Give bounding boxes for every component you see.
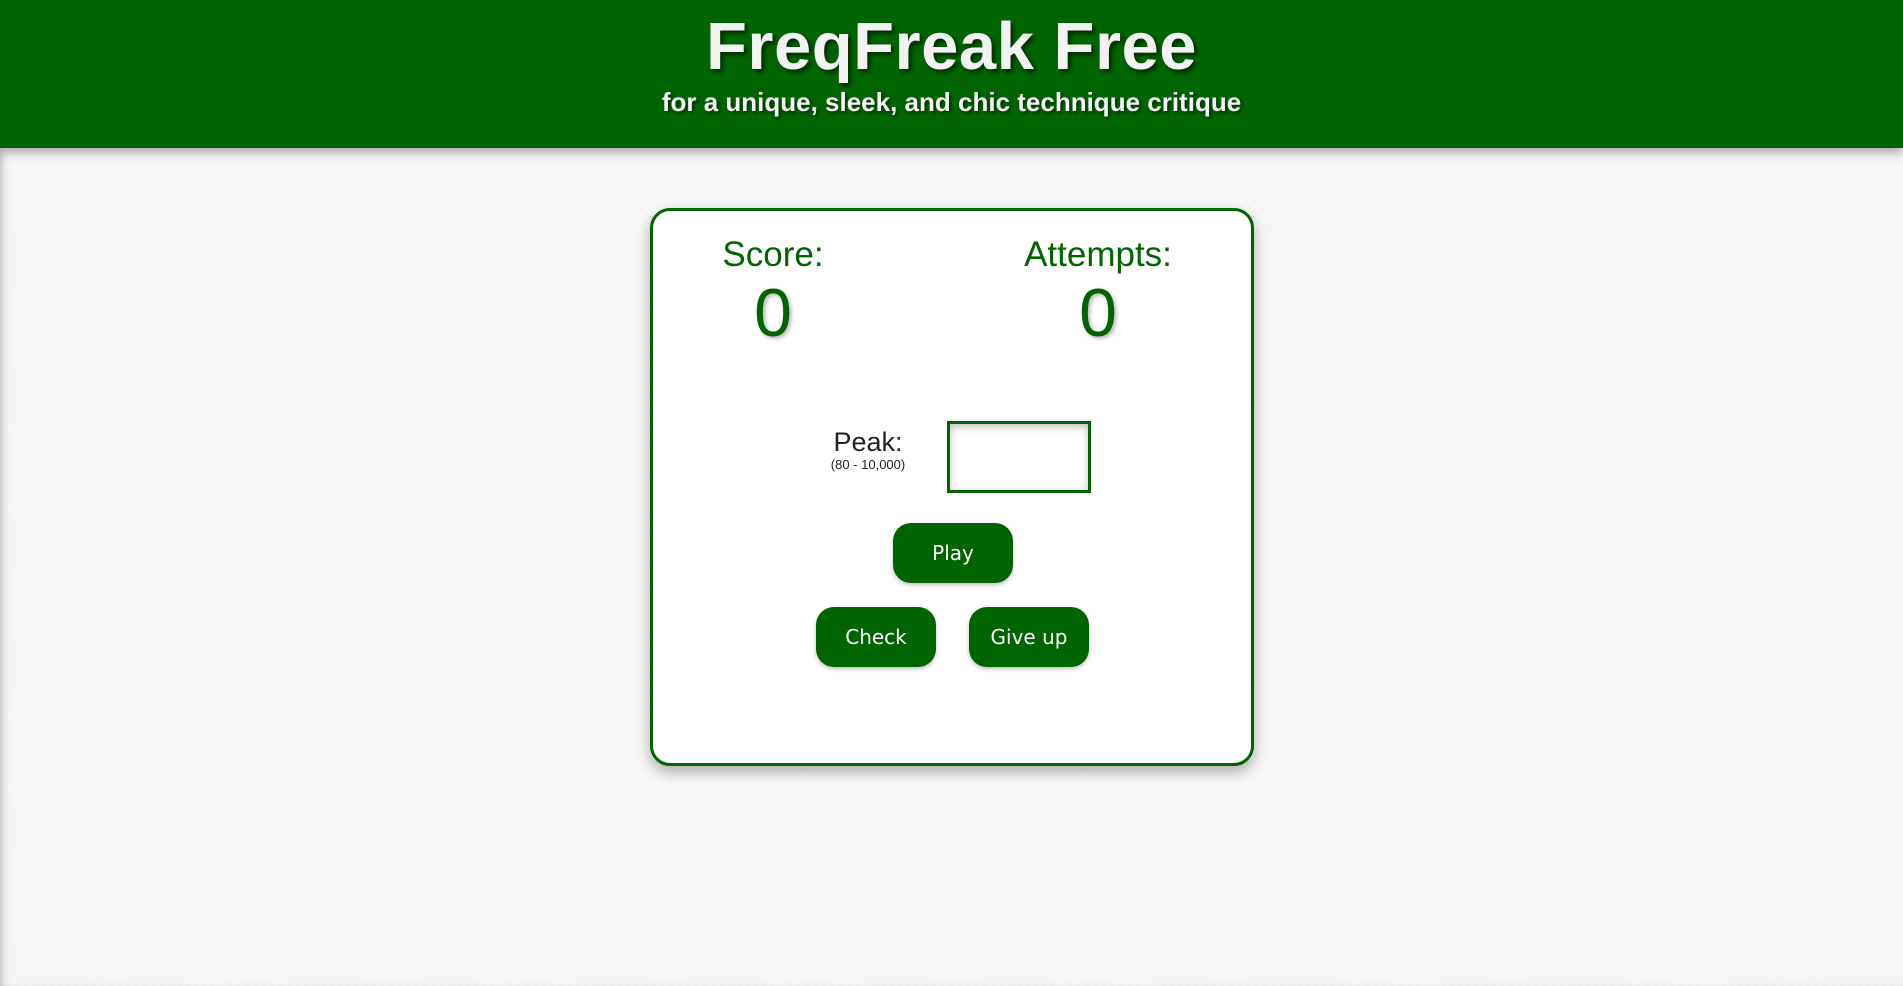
peak-label: Peak: xyxy=(833,427,903,457)
game-card: Score: 0 Attempts: 0 Peak: (80 - 10,000)… xyxy=(650,208,1254,766)
peak-frequency-input[interactable] xyxy=(947,421,1091,493)
header-banner: FreqFreak Free for a unique, sleek, and … xyxy=(0,0,1903,148)
score-panel: Score: 0 xyxy=(693,235,853,351)
attempts-value: 0 xyxy=(1079,275,1117,351)
play-button[interactable]: Play xyxy=(893,523,1013,583)
score-label: Score: xyxy=(722,235,824,274)
app-subtitle: for a unique, sleek, and chic technique … xyxy=(661,87,1242,117)
give-up-button[interactable]: Give up xyxy=(969,607,1089,667)
score-value: 0 xyxy=(754,275,792,351)
app-title: FreqFreak Free xyxy=(705,9,1198,84)
attempts-label: Attempts: xyxy=(1024,235,1172,274)
attempts-panel: Attempts: 0 xyxy=(1008,235,1188,351)
peak-label-group: Peak: (80 - 10,000) xyxy=(823,427,913,473)
peak-range-hint: (80 - 10,000) xyxy=(830,457,906,472)
check-button[interactable]: Check xyxy=(816,607,936,667)
